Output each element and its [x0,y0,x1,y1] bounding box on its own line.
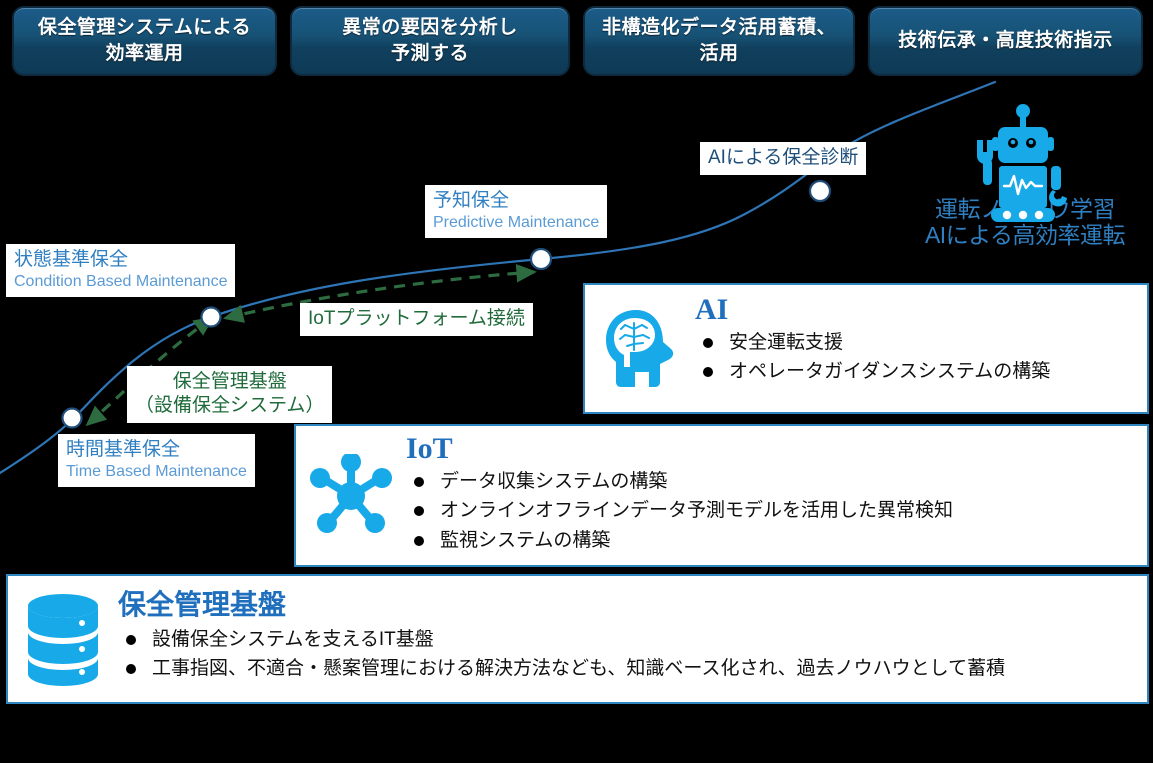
panel-base-list: 設備保全システムを支えるIT基盤 工事指図、不適合・懸案管理における解決方法など… [118,625,1147,684]
robot-caption-line2: AIによる高効率運転 [924,222,1126,249]
list-item: 設備保全システムを支えるIT基盤 [118,625,1147,654]
callout-label: AIによる保全診断 [708,147,859,168]
list-item: 工事指図、不適合・懸案管理における解決方法なども、知識ベース化され、過去ノウハウ… [118,654,1147,683]
callout-maintenance-base: 保全管理基盤 （設備保全システム） [127,366,333,423]
panel-ai-title: AI [695,293,729,326]
callout-time-based-maintenance: 時間基準保全 Time Based Maintenance [58,434,255,487]
list-item: オンラインオフラインデータ予測モデルを活用した異常検知 [406,496,1147,525]
panel-maintenance-base: 保全管理基盤 設備保全システムを支えるIT基盤 工事指図、不適合・懸案管理におけ… [6,574,1149,704]
pill-anomaly-analysis[interactable]: 異常の要因を分析し 予測する [290,6,570,76]
callout-label: IoTプラットフォーム接続 [308,308,525,329]
callout-iot-platform-connection: IoTプラットフォーム接続 [300,303,533,336]
callout-en-label: Condition Based Maintenance [14,272,228,290]
callout-en-label: Time Based Maintenance [66,462,247,480]
panel-iot-icon-column [296,426,406,565]
milestone-dot-time-based[interactable] [61,407,83,429]
robot-annotation: 運転ノウハウ学習 AIによる高効率運転 [905,104,1145,264]
callout-en-label: Predictive Maintenance [433,213,600,231]
callout-label-line1: 保全管理基盤 [172,371,287,392]
panel-ai-list: 安全運転支援 オペレータガイダンスシステムの構築 [695,328,1147,387]
pill-label: 非構造化データ活用蓄積、 活用 [601,17,836,64]
panel-ai: AI 安全運転支援 オペレータガイダンスシステムの構築 [583,283,1149,414]
pill-label: 技術伝承・高度技術指示 [898,30,1113,52]
panel-iot-title: IoT [406,432,453,465]
list-item: オペレータガイダンスシステムの構築 [695,357,1147,386]
panel-iot-list: データ収集システムの構築 オンラインオフラインデータ予測モデルを活用した異常検知… [406,467,1147,555]
callout-label-line2: （設備保全システム） [135,394,325,416]
callout-ai-diagnosis: AIによる保全診断 [700,142,867,175]
pill-label: 保全管理システムによる 効率運用 [37,17,252,64]
pill-unstructured-data[interactable]: 非構造化データ活用蓄積、 活用 [583,6,855,76]
callout-predictive-maintenance: 予知保全 Predictive Maintenance [425,185,608,238]
callout-jp-label: 状態基準保全 [14,249,129,270]
panel-iot: IoT データ収集システムの構築 オンラインオフラインデータ予測モデルを活用した… [294,424,1149,567]
callout-jp-label: 時間基準保全 [66,439,181,460]
network-hub-icon [310,453,392,533]
list-item: データ収集システムの構築 [406,467,1147,496]
milestone-dot-predictive[interactable] [529,247,553,271]
panel-base-text-column: 保全管理基盤 設備保全システムを支えるIT基盤 工事指図、不適合・懸案管理におけ… [118,576,1147,684]
diagram-canvas: 保全管理システムによる 効率運用 異常の要因を分析し 予測する 非構造化データ活… [0,0,1153,763]
pill-efficiency-operation[interactable]: 保全管理システムによる 効率運用 [12,6,277,76]
milestone-dot-condition-based[interactable] [200,306,222,328]
list-item: 安全運転支援 [695,328,1147,357]
milestone-dot-ai-diagnosis[interactable] [808,179,832,203]
panel-ai-icon-column [585,285,695,412]
panel-base-icon-column [8,576,118,702]
robot-icon [977,104,1067,222]
brain-head-icon [606,309,674,387]
panel-ai-text-column: AI 安全運転支援 オペレータガイダンスシステムの構築 [695,285,1147,387]
panel-base-title: 保全管理基盤 [118,589,287,620]
database-icon [28,594,98,686]
pill-tech-transfer[interactable]: 技術伝承・高度技術指示 [868,6,1143,76]
pill-label: 異常の要因を分析し 予測する [342,17,518,64]
callout-jp-label: 予知保全 [433,190,510,211]
panel-iot-text-column: IoT データ収集システムの構築 オンラインオフラインデータ予測モデルを活用した… [406,426,1147,555]
list-item: 監視システムの構築 [406,526,1147,555]
callout-condition-based-maintenance: 状態基準保全 Condition Based Maintenance [6,244,236,297]
